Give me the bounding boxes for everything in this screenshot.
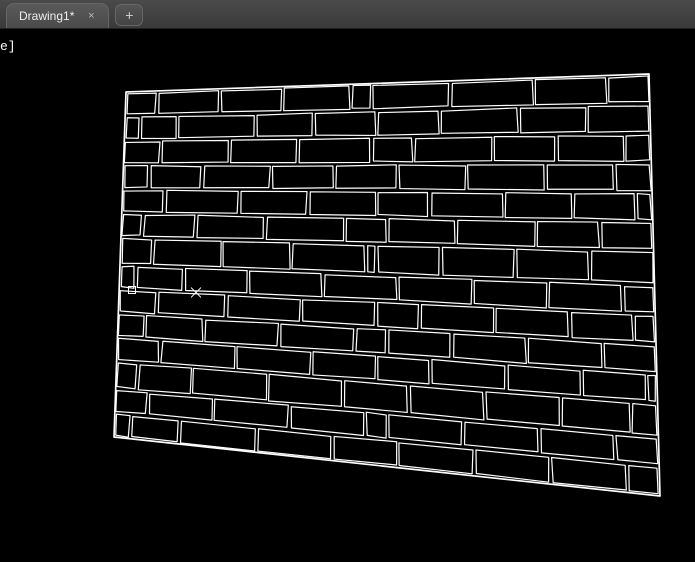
close-icon[interactable]: × — [84, 9, 98, 23]
tab-bar: Drawing1* × + — [0, 0, 695, 29]
cad-canvas — [0, 29, 695, 562]
plus-icon: + — [125, 7, 133, 23]
drawing-viewport[interactable]: e] — [0, 29, 695, 562]
document-tab[interactable]: Drawing1* × — [6, 3, 109, 28]
new-tab-button[interactable]: + — [115, 4, 143, 26]
document-tab-label: Drawing1* — [19, 9, 74, 23]
